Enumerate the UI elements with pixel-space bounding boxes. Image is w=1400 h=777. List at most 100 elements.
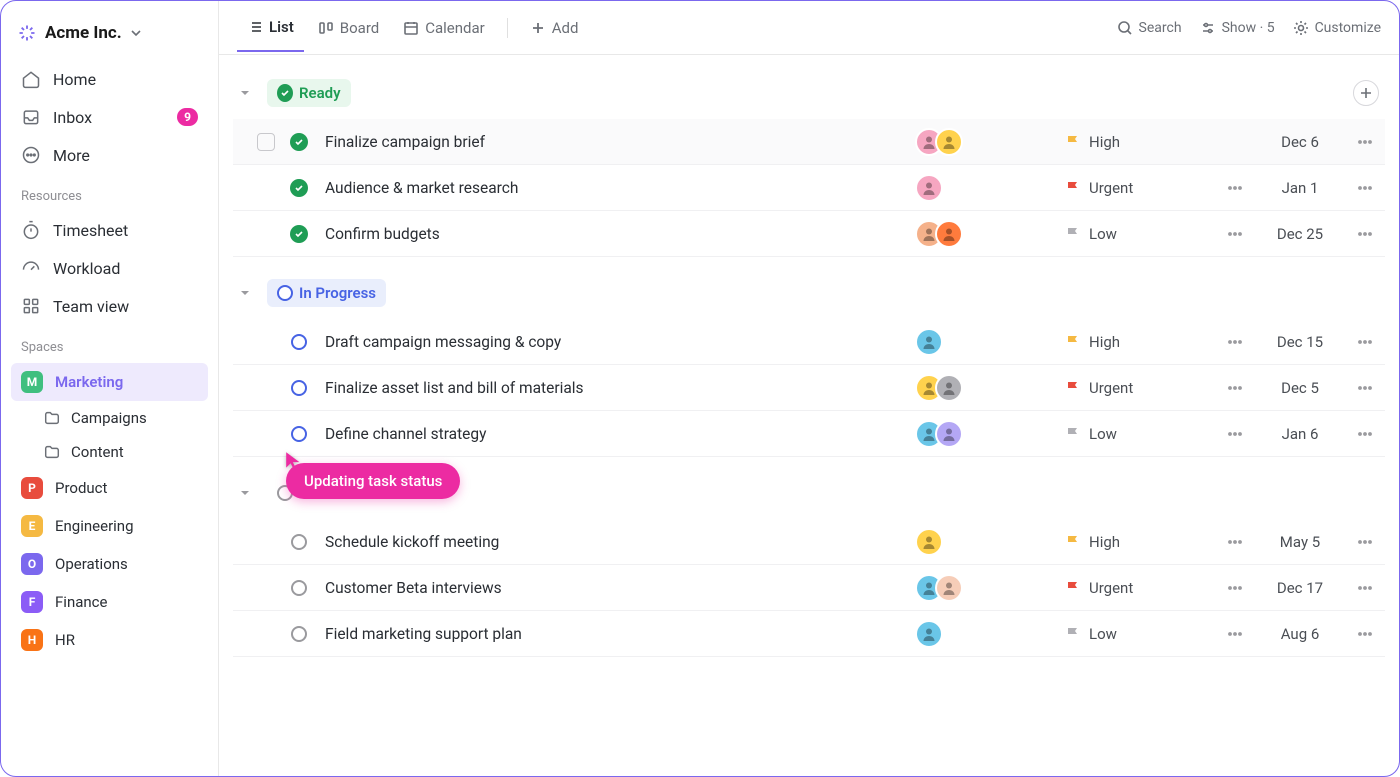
- space-operations[interactable]: O Operations: [11, 545, 208, 583]
- task-assignees[interactable]: [915, 528, 1065, 556]
- task-subtask-indicator[interactable]: [1215, 580, 1255, 596]
- task-due-date[interactable]: Dec 17: [1255, 579, 1345, 597]
- task-status-toggle[interactable]: [289, 132, 309, 152]
- task-assignees[interactable]: [915, 128, 1065, 156]
- group-toggle[interactable]: [233, 481, 257, 505]
- task-more-menu[interactable]: [1345, 380, 1385, 396]
- task-row[interactable]: Draft campaign messaging & copy High Dec…: [233, 319, 1385, 365]
- task-priority[interactable]: High: [1065, 333, 1215, 351]
- task-due-date[interactable]: Jan 1: [1255, 179, 1345, 197]
- space-product[interactable]: P Product: [11, 469, 208, 507]
- avatar[interactable]: [915, 174, 943, 202]
- nav-more[interactable]: More: [11, 137, 208, 173]
- resource-teamview[interactable]: Team view: [11, 288, 208, 324]
- group-toggle[interactable]: [233, 281, 257, 305]
- avatar[interactable]: [935, 574, 963, 602]
- avatar[interactable]: [935, 420, 963, 448]
- task-subtask-indicator[interactable]: [1215, 426, 1255, 442]
- task-row[interactable]: Field marketing support plan Low Aug 6: [233, 611, 1385, 657]
- task-status-toggle[interactable]: [289, 224, 309, 244]
- task-due-date[interactable]: Aug 6: [1255, 625, 1345, 643]
- task-priority[interactable]: Urgent: [1065, 379, 1215, 397]
- task-due-date[interactable]: Dec 15: [1255, 333, 1345, 351]
- tool-search[interactable]: Search: [1117, 20, 1182, 36]
- space-folder-content[interactable]: Content: [11, 435, 208, 469]
- task-subtask-indicator[interactable]: [1215, 380, 1255, 396]
- task-assignees[interactable]: [915, 174, 1065, 202]
- task-more-menu[interactable]: [1345, 180, 1385, 196]
- task-row[interactable]: Schedule kickoff meeting High May 5: [233, 519, 1385, 565]
- task-row[interactable]: Finalize campaign brief High Dec 6: [233, 119, 1385, 165]
- task-priority[interactable]: High: [1065, 133, 1215, 151]
- task-assignees[interactable]: [915, 328, 1065, 356]
- task-row[interactable]: Define channel strategy Low Jan 6: [233, 411, 1385, 457]
- space-engineering[interactable]: E Engineering: [11, 507, 208, 545]
- view-calendar[interactable]: Calendar: [393, 13, 495, 43]
- task-more-menu[interactable]: [1345, 134, 1385, 150]
- task-assignees[interactable]: [915, 220, 1065, 248]
- task-row[interactable]: Customer Beta interviews Urgent Dec 17: [233, 565, 1385, 611]
- task-more-menu[interactable]: [1345, 626, 1385, 642]
- group-toggle[interactable]: [233, 81, 257, 105]
- task-status-toggle[interactable]: [289, 332, 309, 352]
- add-task-button[interactable]: [1353, 80, 1379, 106]
- task-due-date[interactable]: Dec 25: [1255, 225, 1345, 243]
- nav-inbox[interactable]: Inbox 9: [11, 99, 208, 135]
- task-row[interactable]: Confirm budgets Low Dec 25: [233, 211, 1385, 257]
- task-subtask-indicator[interactable]: [1215, 226, 1255, 242]
- view-board[interactable]: Board: [308, 13, 389, 43]
- task-status-toggle[interactable]: [289, 178, 309, 198]
- task-priority[interactable]: High: [1065, 533, 1215, 551]
- task-priority[interactable]: Urgent: [1065, 179, 1215, 197]
- task-more-menu[interactable]: [1345, 334, 1385, 350]
- space-hr[interactable]: H HR: [11, 621, 208, 659]
- avatar[interactable]: [915, 528, 943, 556]
- avatar[interactable]: [935, 220, 963, 248]
- group-status-pill[interactable]: Ready: [267, 79, 351, 107]
- task-due-date[interactable]: Dec 5: [1255, 379, 1345, 397]
- tool-show[interactable]: Show · 5: [1200, 20, 1275, 36]
- nav-home[interactable]: Home: [11, 61, 208, 97]
- task-more-menu[interactable]: [1345, 580, 1385, 596]
- task-checkbox[interactable]: [257, 133, 275, 151]
- task-assignees[interactable]: [915, 374, 1065, 402]
- task-subtask-indicator[interactable]: [1215, 334, 1255, 350]
- task-subtask-indicator[interactable]: [1215, 626, 1255, 642]
- task-due-date[interactable]: Dec 6: [1255, 133, 1345, 151]
- task-status-toggle[interactable]: [289, 532, 309, 552]
- task-priority[interactable]: Low: [1065, 625, 1215, 643]
- task-row[interactable]: Audience & market research Urgent Jan 1: [233, 165, 1385, 211]
- avatar[interactable]: [915, 620, 943, 648]
- task-assignees[interactable]: [915, 620, 1065, 648]
- task-due-date[interactable]: May 5: [1255, 533, 1345, 551]
- task-assignees[interactable]: [915, 420, 1065, 448]
- space-finance[interactable]: F Finance: [11, 583, 208, 621]
- tool-customize[interactable]: Customize: [1293, 20, 1381, 36]
- task-status-toggle[interactable]: [289, 424, 309, 444]
- group-status-pill[interactable]: In Progress: [267, 279, 386, 307]
- task-status-toggle[interactable]: [289, 578, 309, 598]
- task-status-toggle[interactable]: [289, 624, 309, 644]
- task-more-menu[interactable]: [1345, 426, 1385, 442]
- resource-workload[interactable]: Workload: [11, 250, 208, 286]
- view-add[interactable]: Add: [520, 13, 589, 43]
- task-status-toggle[interactable]: [289, 378, 309, 398]
- task-due-date[interactable]: Jan 6: [1255, 425, 1345, 443]
- task-priority[interactable]: Low: [1065, 425, 1215, 443]
- avatar[interactable]: [935, 374, 963, 402]
- space-marketing[interactable]: M Marketing: [11, 363, 208, 401]
- workspace-switcher[interactable]: Acme Inc.: [11, 15, 208, 59]
- task-more-menu[interactable]: [1345, 226, 1385, 242]
- task-subtask-indicator[interactable]: [1215, 180, 1255, 196]
- task-more-menu[interactable]: [1345, 534, 1385, 550]
- task-priority[interactable]: Urgent: [1065, 579, 1215, 597]
- task-row[interactable]: Finalize asset list and bill of material…: [233, 365, 1385, 411]
- avatar[interactable]: [935, 128, 963, 156]
- task-priority[interactable]: Low: [1065, 225, 1215, 243]
- avatar[interactable]: [915, 328, 943, 356]
- task-assignees[interactable]: [915, 574, 1065, 602]
- resource-timesheet[interactable]: Timesheet: [11, 212, 208, 248]
- task-subtask-indicator[interactable]: [1215, 534, 1255, 550]
- space-folder-campaigns[interactable]: Campaigns: [11, 401, 208, 435]
- view-list[interactable]: List: [237, 4, 304, 52]
